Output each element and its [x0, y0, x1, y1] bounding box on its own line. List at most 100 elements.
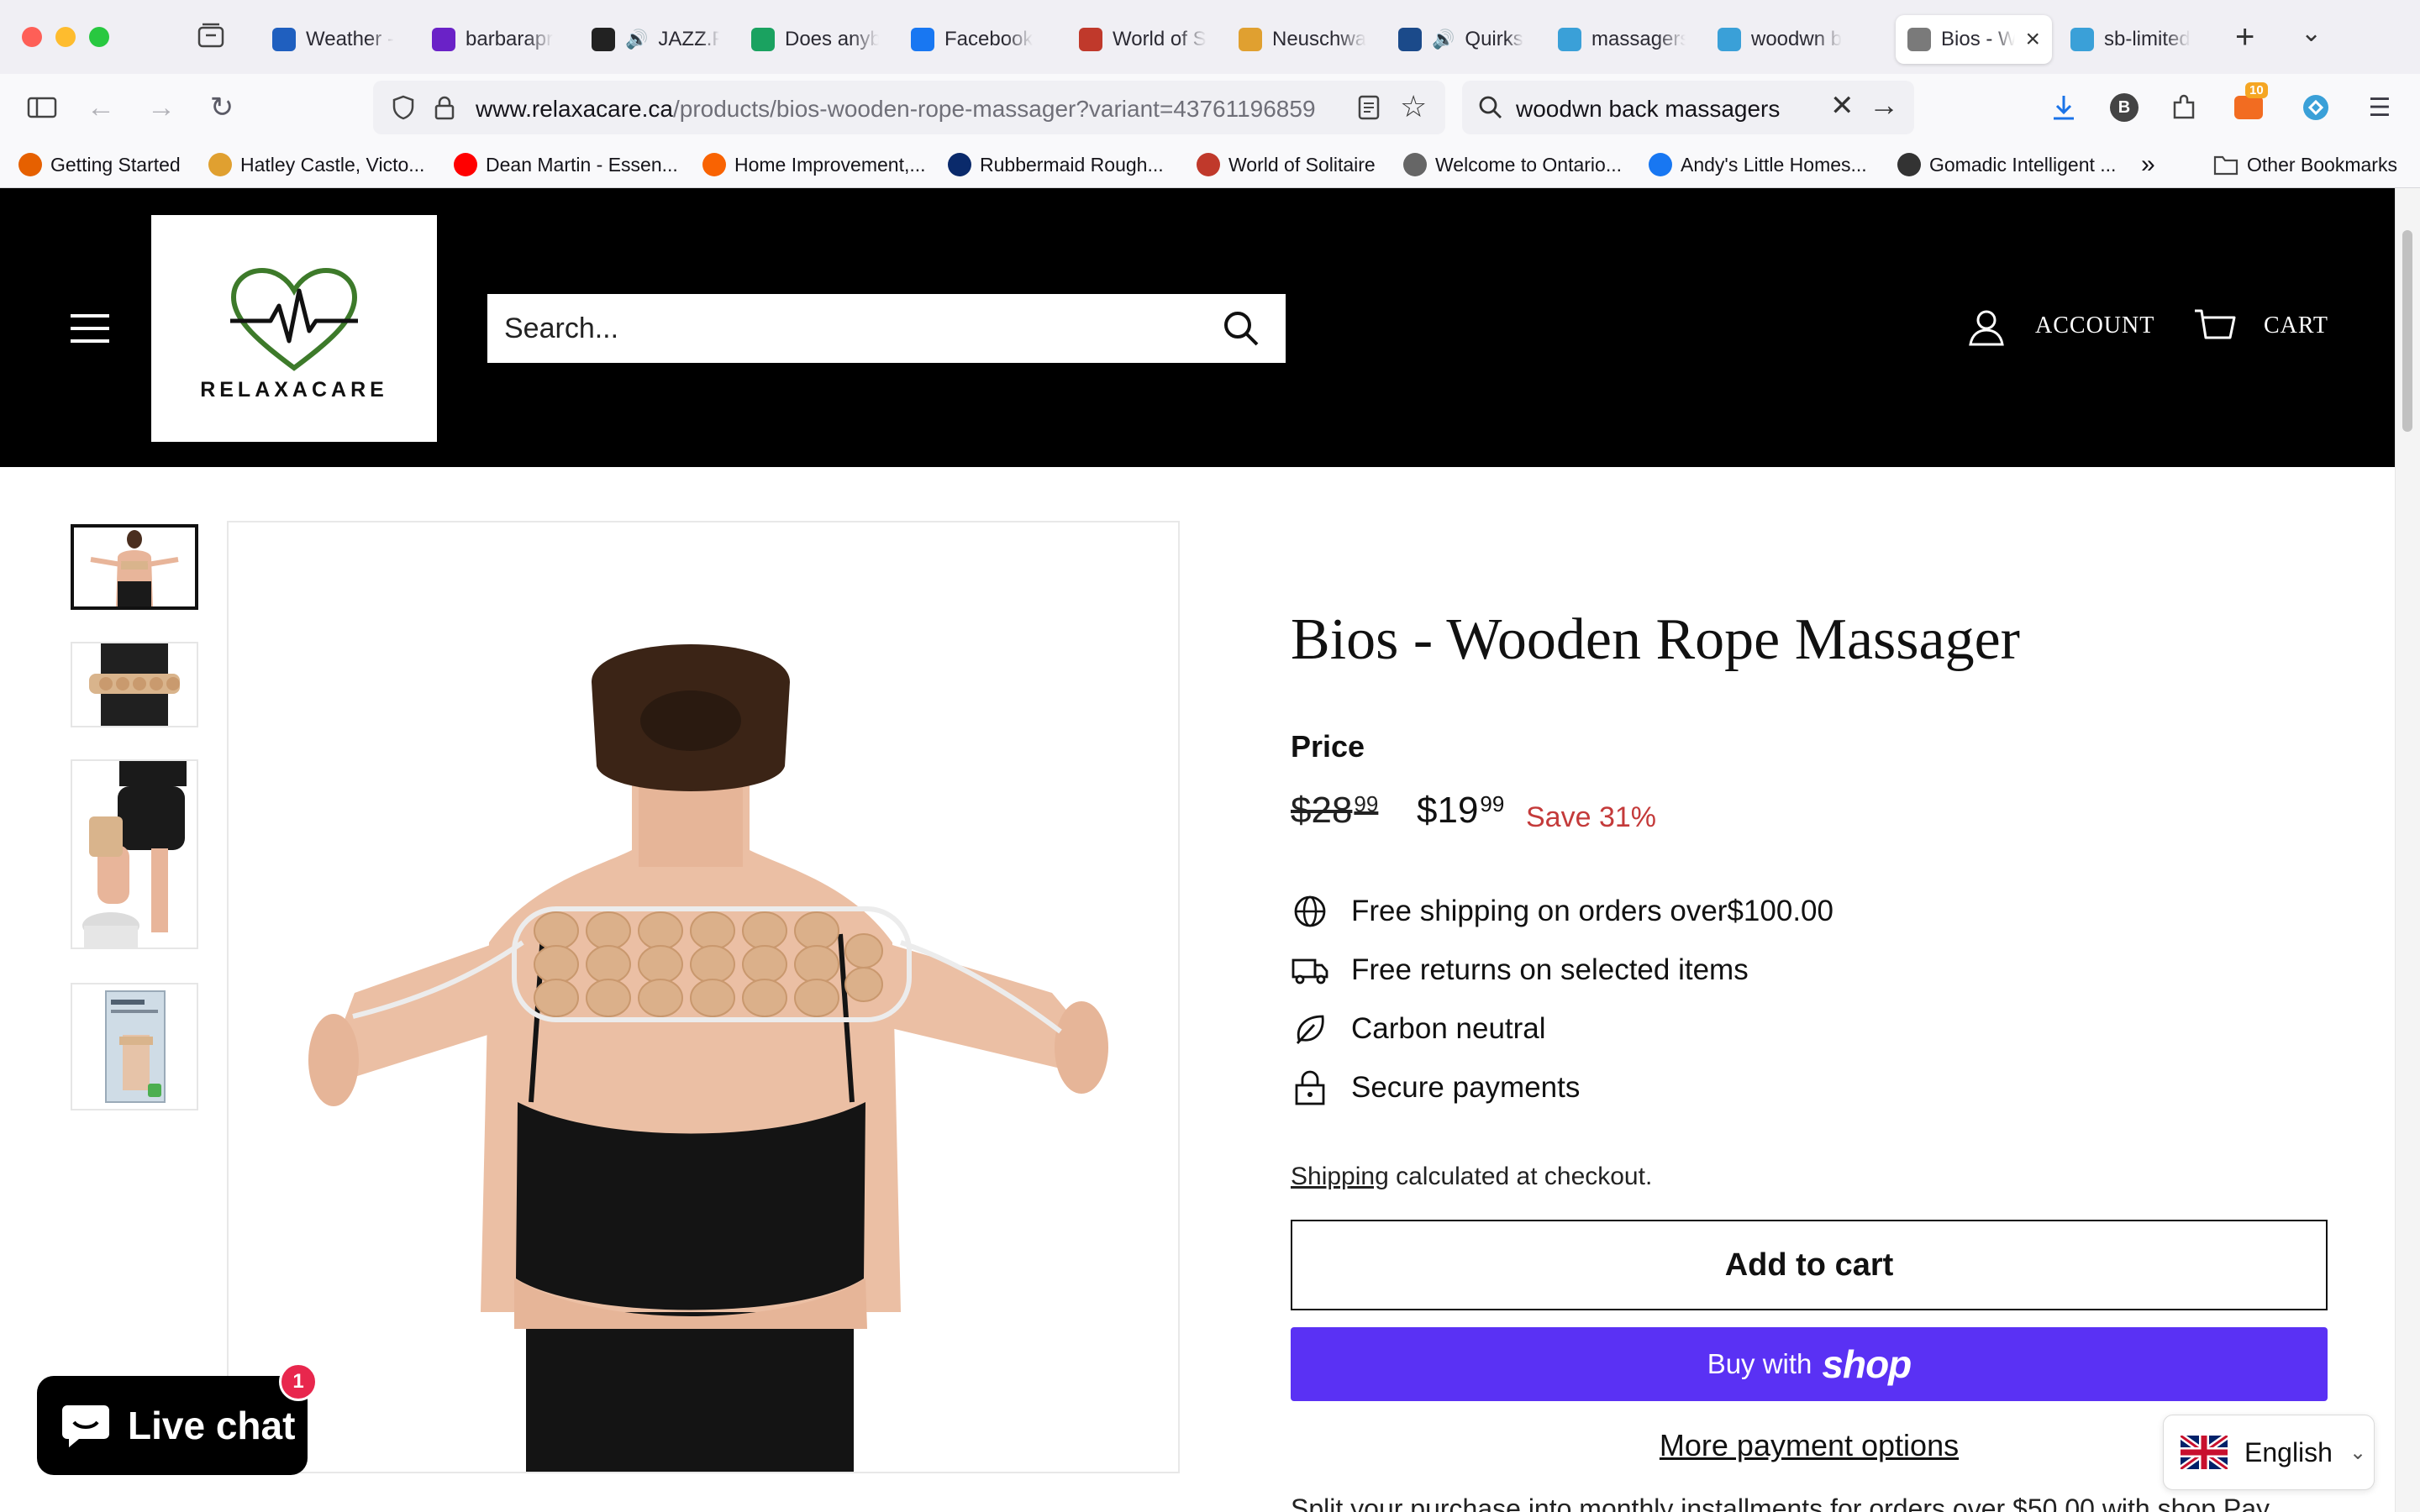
other-bookmarks[interactable]: Other Bookmarks [2213, 150, 2397, 180]
hamburger-menu-icon[interactable] [71, 314, 109, 343]
page-scrollbar[interactable] [2395, 188, 2420, 1512]
browser-tab[interactable]: barbarapr [420, 15, 571, 64]
shipping-note-text: calculated at checkout. [1388, 1163, 1653, 1190]
bookmark-item[interactable]: Getting Started [18, 150, 181, 180]
forward-arrow-icon[interactable]: → [145, 91, 178, 124]
leaf-icon [1296, 1015, 1324, 1044]
menu-icon[interactable]: ☰ [2363, 91, 2396, 124]
uk-flag-icon [2181, 1436, 2228, 1469]
buy-with-shop-pay-button[interactable]: Buy with shop [1291, 1327, 2328, 1401]
product-thumbnail-4[interactable] [71, 983, 198, 1110]
diamond-extension-icon[interactable] [2299, 91, 2333, 124]
downloads-icon[interactable] [2047, 91, 2081, 124]
browser-search-bar[interactable]: woodwn back massagers ✕ → [1462, 81, 1914, 134]
bookmark-item[interactable]: Welcome to Ontario... [1403, 150, 1622, 180]
shield-icon[interactable] [390, 94, 417, 121]
browser-tab[interactable]: Does anyb [739, 15, 891, 64]
sale-price-main: $19 [1417, 790, 1479, 831]
bookmark-item[interactable]: Gomadic Intelligent ... [1897, 150, 2116, 180]
tab-title: massagers [1591, 28, 1686, 50]
product-main-image[interactable] [227, 521, 1180, 1473]
browser-tab[interactable]: woodwn b [1706, 15, 1874, 64]
scrollbar-thumb[interactable] [2402, 230, 2412, 432]
original-price-cents: 99 [1354, 791, 1379, 816]
browser-tab[interactable]: Facebook [899, 15, 1059, 64]
browser-tab[interactable]: Weather - [260, 15, 412, 64]
honey-extension-icon[interactable]: 10 [2232, 82, 2268, 124]
tab-overview-icon[interactable] [197, 22, 225, 50]
extension-badge: 10 [2245, 82, 2268, 98]
bookmark-item[interactable]: Hatley Castle, Victo... [208, 150, 424, 180]
bookmarks-overflow-icon[interactable]: » [2141, 150, 2155, 180]
cart-icon[interactable] [2193, 306, 2237, 349]
browser-tab[interactable]: Neuschwa [1227, 15, 1378, 64]
search-icon[interactable] [1222, 309, 1260, 348]
language-selector[interactable]: English ⌄ [2163, 1415, 2375, 1490]
diamond-favicon [1558, 28, 1581, 51]
browser-tab[interactable]: sb-limited [2059, 15, 2210, 64]
site-logo[interactable]: RELAXACARE [151, 215, 437, 442]
shipping-link[interactable]: Shipping [1291, 1163, 1389, 1190]
globe-icon [1294, 895, 1326, 927]
tab-title: woodwn b [1751, 28, 1843, 50]
browser-tab[interactable]: Bios - W × [1896, 15, 2052, 64]
browser-search-value[interactable]: woodwn back massagers [1516, 96, 1780, 123]
close-window-button[interactable] [22, 27, 42, 47]
other-bookmarks-label: Other Bookmarks [2247, 153, 2397, 176]
thumbnail-image [72, 984, 197, 1109]
add-to-cart-button[interactable]: Add to cart [1291, 1220, 2328, 1310]
shipping-note: Shipping calculated at checkout. [1291, 1163, 1652, 1191]
folder-icon [2213, 155, 2238, 176]
sidebar-toggle-icon[interactable] [25, 91, 59, 124]
lock-icon[interactable] [432, 94, 457, 121]
live-chat-button[interactable]: Live chat [37, 1376, 308, 1475]
bookmark-label: Home Improvement,... [734, 153, 926, 176]
chevron-down-icon[interactable]: ⌄ [2301, 18, 2322, 48]
go-arrow-icon[interactable]: → [1869, 87, 1899, 123]
maximize-window-button[interactable] [89, 27, 109, 47]
url-bar[interactable]: www.relaxacare.ca/products/bios-wooden-r… [373, 81, 1445, 134]
browser-tab[interactable]: World of S [1067, 15, 1218, 64]
lock-icon [1295, 1070, 1325, 1105]
tab-title: sb-limited [2104, 28, 2191, 50]
bookmark-star-icon[interactable]: ☆ [1400, 89, 1427, 124]
bookmark-item[interactable]: Rubbermaid Rough... [948, 150, 1164, 180]
solitaire-favicon [1079, 28, 1102, 51]
url-text[interactable]: www.relaxacare.ca/products/bios-wooden-r… [476, 96, 1316, 123]
account-icon[interactable] [1965, 306, 2008, 349]
browser-tab[interactable]: massagers [1546, 15, 1697, 64]
site-search-input[interactable]: Search... [487, 294, 1286, 363]
back-arrow-icon[interactable]: ← [84, 91, 118, 124]
b-extension-icon[interactable]: B [2107, 91, 2141, 124]
account-link[interactable]: ACCOUNT [2035, 312, 2154, 339]
speaker-icon[interactable]: 🔊 [625, 29, 648, 50]
bookmark-favicon-icon [18, 153, 42, 176]
browser-tab[interactable]: 🔊 JAZZ.F [580, 15, 731, 64]
mail-favicon [432, 28, 455, 51]
sale-price-cents: 99 [1480, 791, 1505, 816]
bookmark-item[interactable]: World of Solitaire [1197, 150, 1376, 180]
product-thumbnail-1[interactable] [71, 524, 198, 610]
reader-view-icon[interactable] [1356, 94, 1381, 121]
product-thumbnail-2[interactable] [71, 642, 198, 727]
bookmark-item[interactable]: Andy's Little Homes... [1649, 150, 1867, 180]
reload-icon[interactable]: ↻ [205, 91, 239, 124]
product-thumbnail-3[interactable] [71, 759, 198, 949]
castle-favicon [1239, 28, 1262, 51]
diamond-favicon [2070, 28, 2094, 51]
bookmark-item[interactable]: Home Improvement,... [702, 150, 926, 180]
bookmark-item[interactable]: Dean Martin - Essen... [454, 150, 678, 180]
browser-tab[interactable]: 🔊 Quirks [1386, 15, 1538, 64]
product-photo [229, 522, 1178, 1472]
close-tab-icon[interactable]: × [2025, 25, 2040, 54]
clear-search-icon[interactable]: ✕ [1830, 89, 1854, 123]
browser-nav-bar: ← → ↻ www.relaxacare.ca/products/bios-wo… [0, 74, 2420, 141]
bookmark-favicon-icon [702, 153, 726, 176]
browser-tab-bar: Weather - barbarapr 🔊 JAZZ.F Does anyb Facebo… [0, 0, 2420, 74]
speaker-icon[interactable]: 🔊 [1432, 29, 1455, 50]
extensions-puzzle-icon[interactable] [2168, 91, 2202, 124]
jazz-favicon [592, 28, 615, 51]
cart-link[interactable]: CART [2264, 312, 2328, 339]
minimize-window-button[interactable] [55, 27, 76, 47]
new-tab-button[interactable]: + [2235, 18, 2254, 56]
